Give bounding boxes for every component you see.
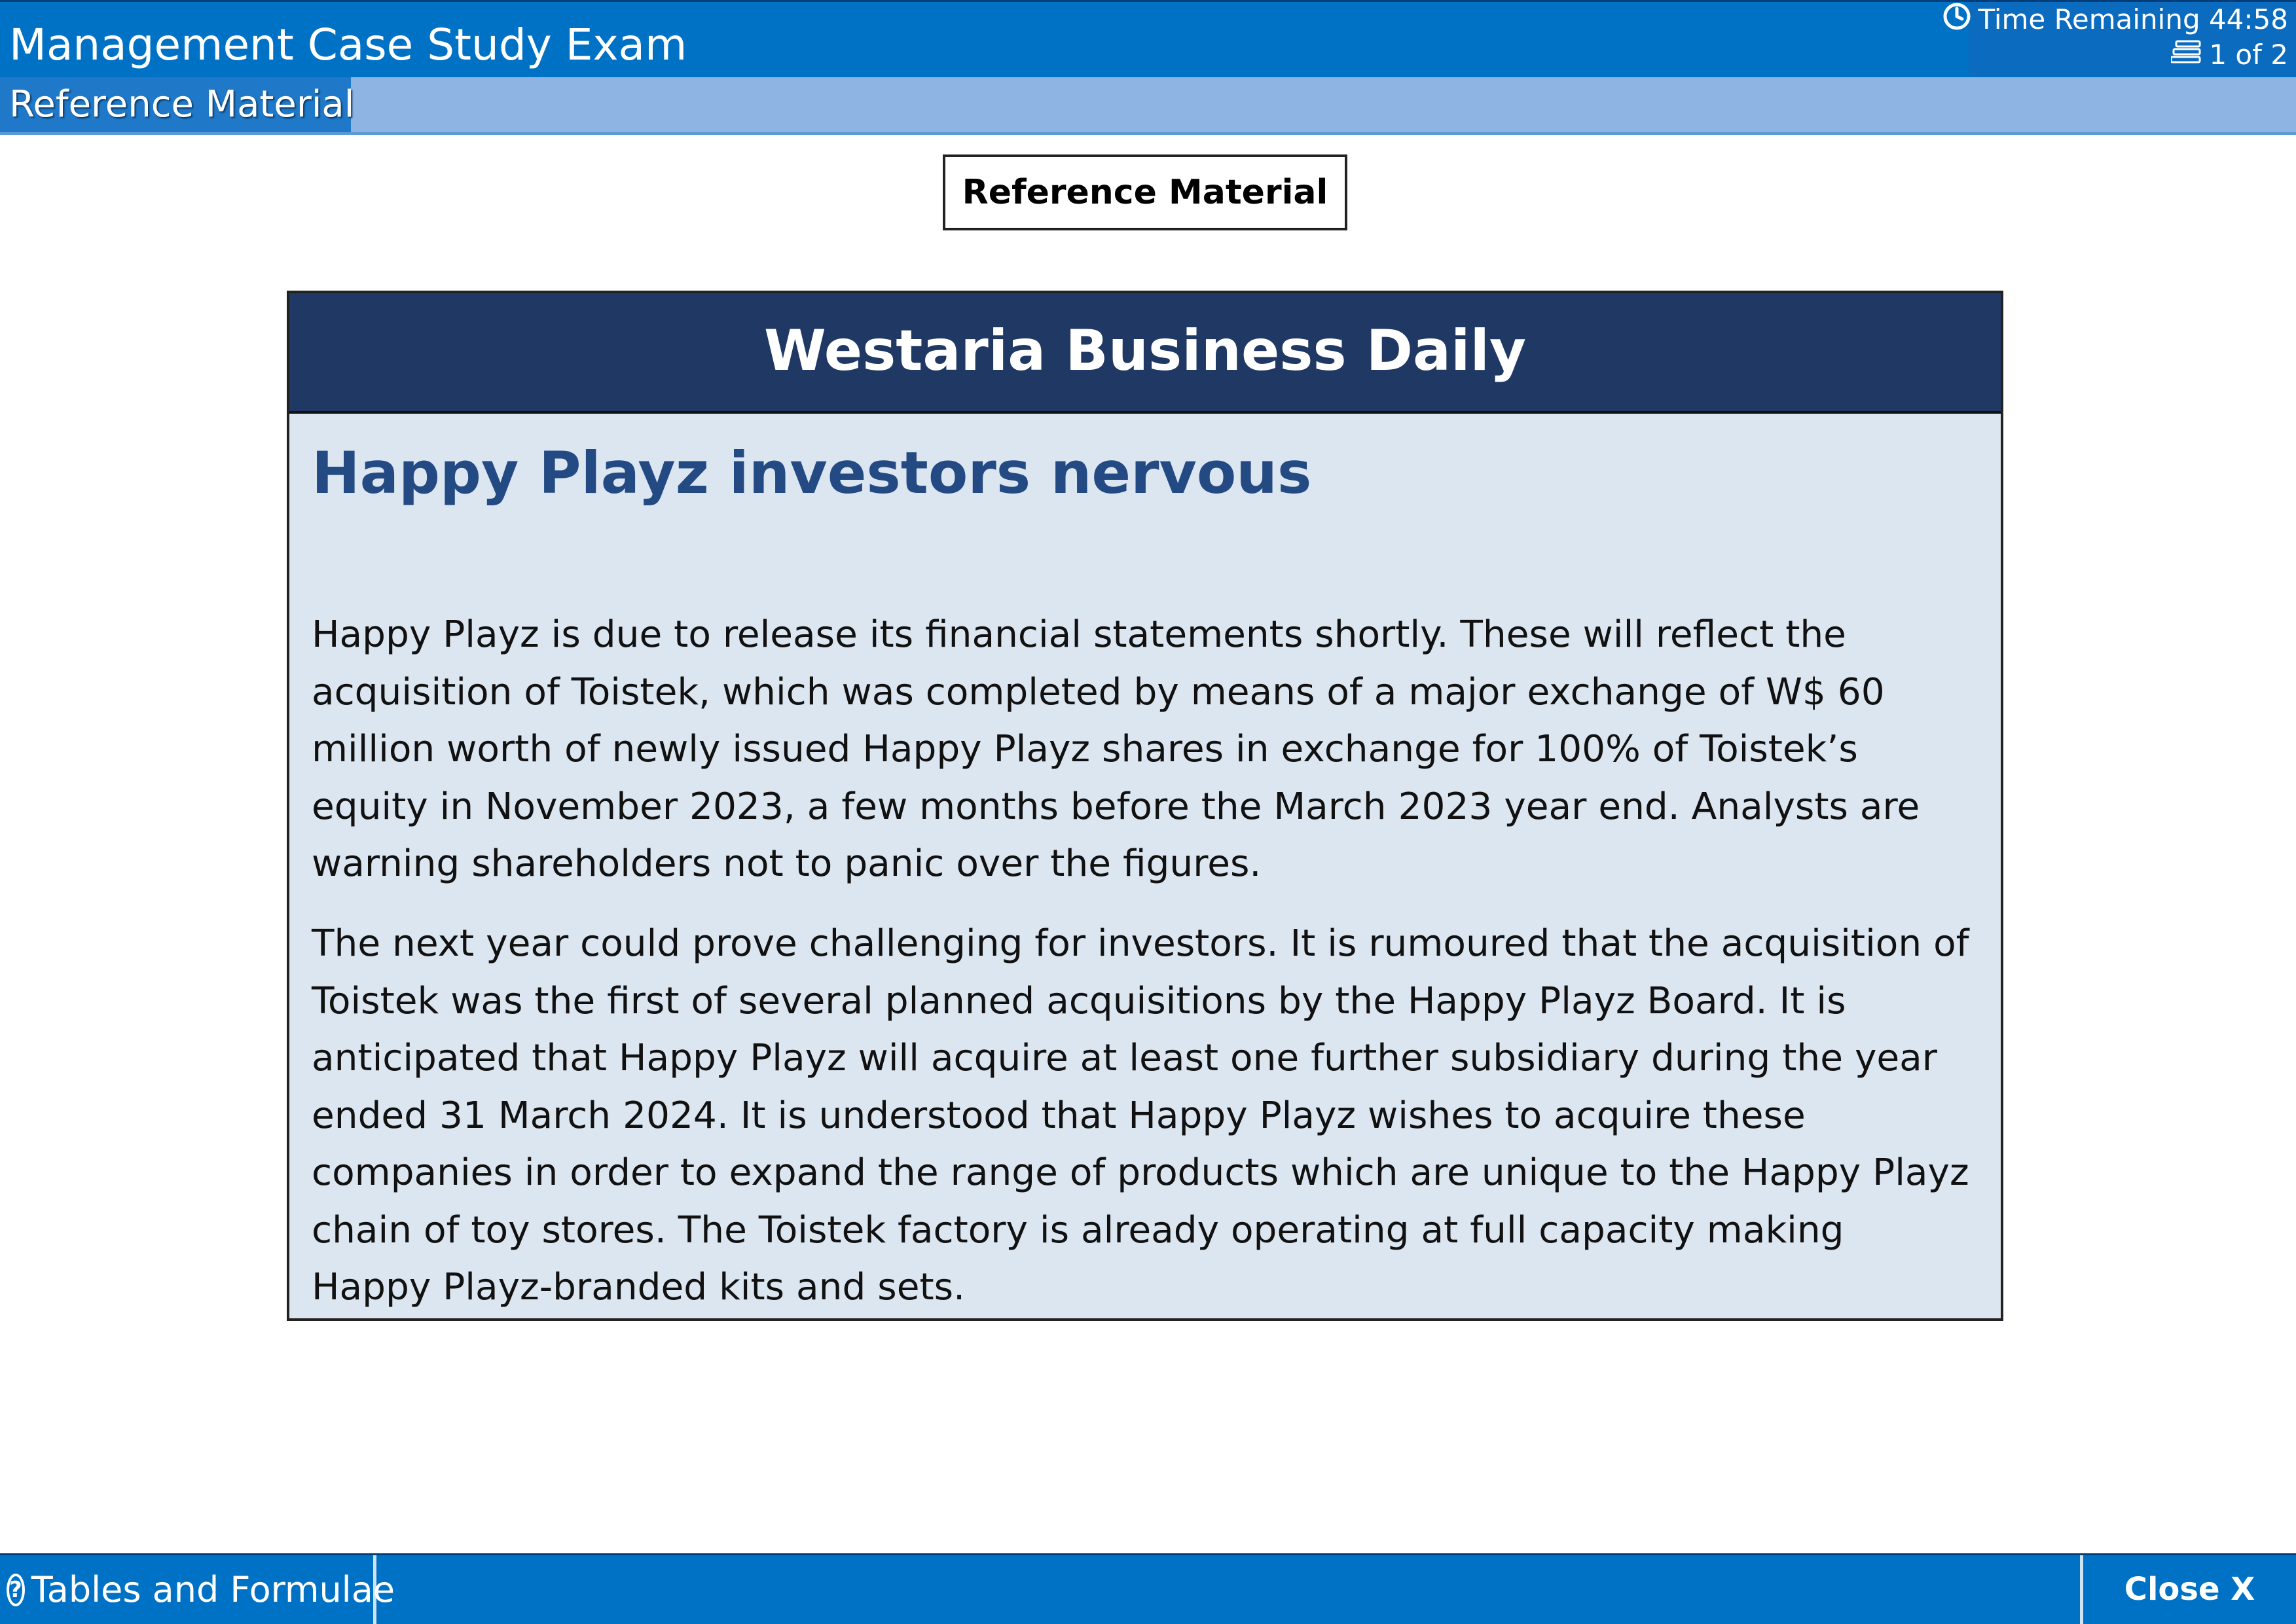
help-icon: ? — [7, 1573, 25, 1606]
publication-masthead: Westaria Business Daily — [289, 293, 2001, 414]
tab-reference-material[interactable]: Reference Material — [0, 77, 354, 132]
time-remaining-label: Time Remaining 44:58 — [1978, 3, 2288, 35]
exam-window: Management Case Study Exam Time Remainin… — [0, 0, 2296, 1624]
section-label: Reference Material — [943, 154, 1347, 230]
clock-icon — [1942, 2, 1971, 38]
page-stack-icon — [2170, 39, 2204, 72]
tables-and-formulae-button[interactable]: ? Tables and Formulae — [0, 1555, 395, 1624]
exam-title: Management Case Study Exam — [9, 20, 687, 70]
article-paragraph: Happy Playz is due to release its financ… — [312, 613, 1920, 885]
page-indicator[interactable]: 1 of 2 — [2170, 39, 2288, 72]
tables-and-formulae-label: Tables and Formulae — [31, 1569, 395, 1610]
timer-panel: Time Remaining 44:58 1 of 2 — [1943, 2, 2296, 75]
close-button[interactable]: Close X — [2080, 1555, 2296, 1624]
time-remaining[interactable]: Time Remaining 44:58 — [1942, 3, 2288, 36]
sub-header-bar: Reference Material — [0, 77, 2296, 135]
top-header-bar: Management Case Study Exam Time Remainin… — [0, 0, 2296, 77]
article-headline: Happy Playz investors nervous — [312, 439, 1312, 507]
bottom-toolbar: ? Tables and Formulae Close X — [0, 1553, 2296, 1624]
article-paragraph: The next year could prove challenging fo… — [312, 922, 1969, 1308]
page-indicator-label: 1 of 2 — [2209, 39, 2288, 71]
news-article: Westaria Business Daily Happy Playz inve… — [287, 291, 2003, 1321]
